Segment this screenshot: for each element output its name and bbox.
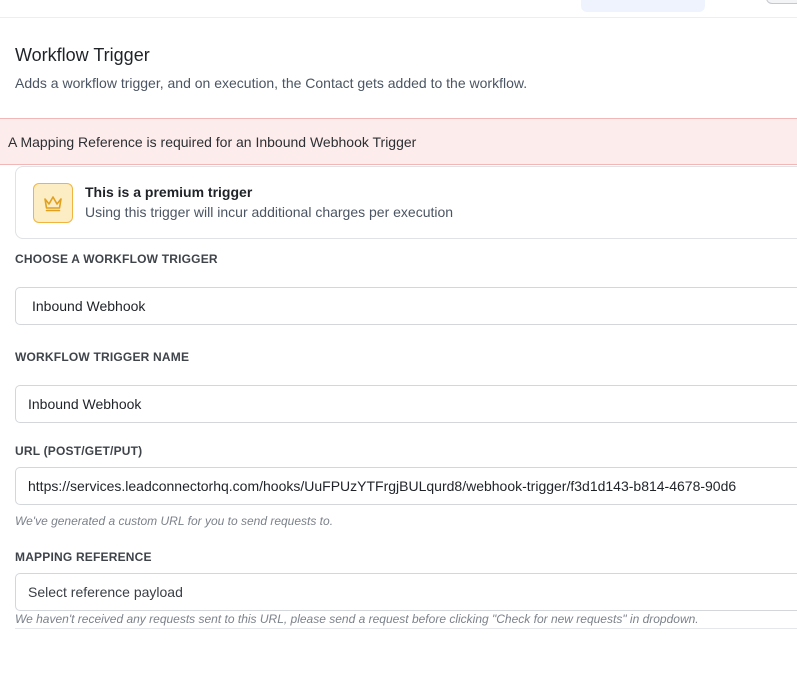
error-alert-message: A Mapping Reference is required for an I…: [8, 134, 417, 150]
top-toolbar: [0, 0, 797, 18]
mapping-reference-hint: We haven't received any requests sent to…: [15, 612, 699, 626]
mapping-reference-label: MAPPING REFERENCE: [15, 550, 152, 564]
webhook-url-value: https://services.leadconnectorhq.com/hoo…: [28, 478, 737, 494]
mapping-reference-placeholder: Select reference payload: [28, 584, 183, 600]
crown-icon: [33, 183, 73, 223]
mapping-reference-select[interactable]: Select reference payload: [15, 573, 797, 611]
trigger-select-label: CHOOSE A WORKFLOW TRIGGER: [15, 252, 218, 266]
trigger-name-value: Inbound Webhook: [28, 396, 142, 412]
workflow-trigger-select-value: Inbound Webhook: [32, 298, 146, 314]
trigger-name-input[interactable]: Inbound Webhook: [15, 385, 797, 423]
premium-title: This is a premium trigger: [85, 184, 253, 200]
webhook-url-input[interactable]: https://services.leadconnectorhq.com/hoo…: [15, 467, 797, 505]
panel-title: Workflow Trigger: [15, 45, 150, 65]
premium-description: Using this trigger will incur additional…: [85, 204, 454, 220]
active-tab-indicator[interactable]: [581, 0, 705, 12]
section-divider: [15, 628, 797, 629]
workflow-trigger-select[interactable]: Inbound Webhook: [15, 287, 797, 325]
toggle-switch[interactable]: [766, 0, 797, 4]
panel-subtitle: Adds a workflow trigger, and on executio…: [15, 75, 528, 91]
error-alert: A Mapping Reference is required for an I…: [0, 118, 797, 165]
trigger-name-label: WORKFLOW TRIGGER NAME: [15, 350, 190, 364]
cut-off-header-text: [26, 0, 116, 2]
url-label: URL (POST/GET/PUT): [15, 444, 143, 458]
url-hint: We've generated a custom URL for you to …: [15, 514, 334, 528]
premium-trigger-card: This is a premium trigger Using this tri…: [15, 166, 797, 239]
